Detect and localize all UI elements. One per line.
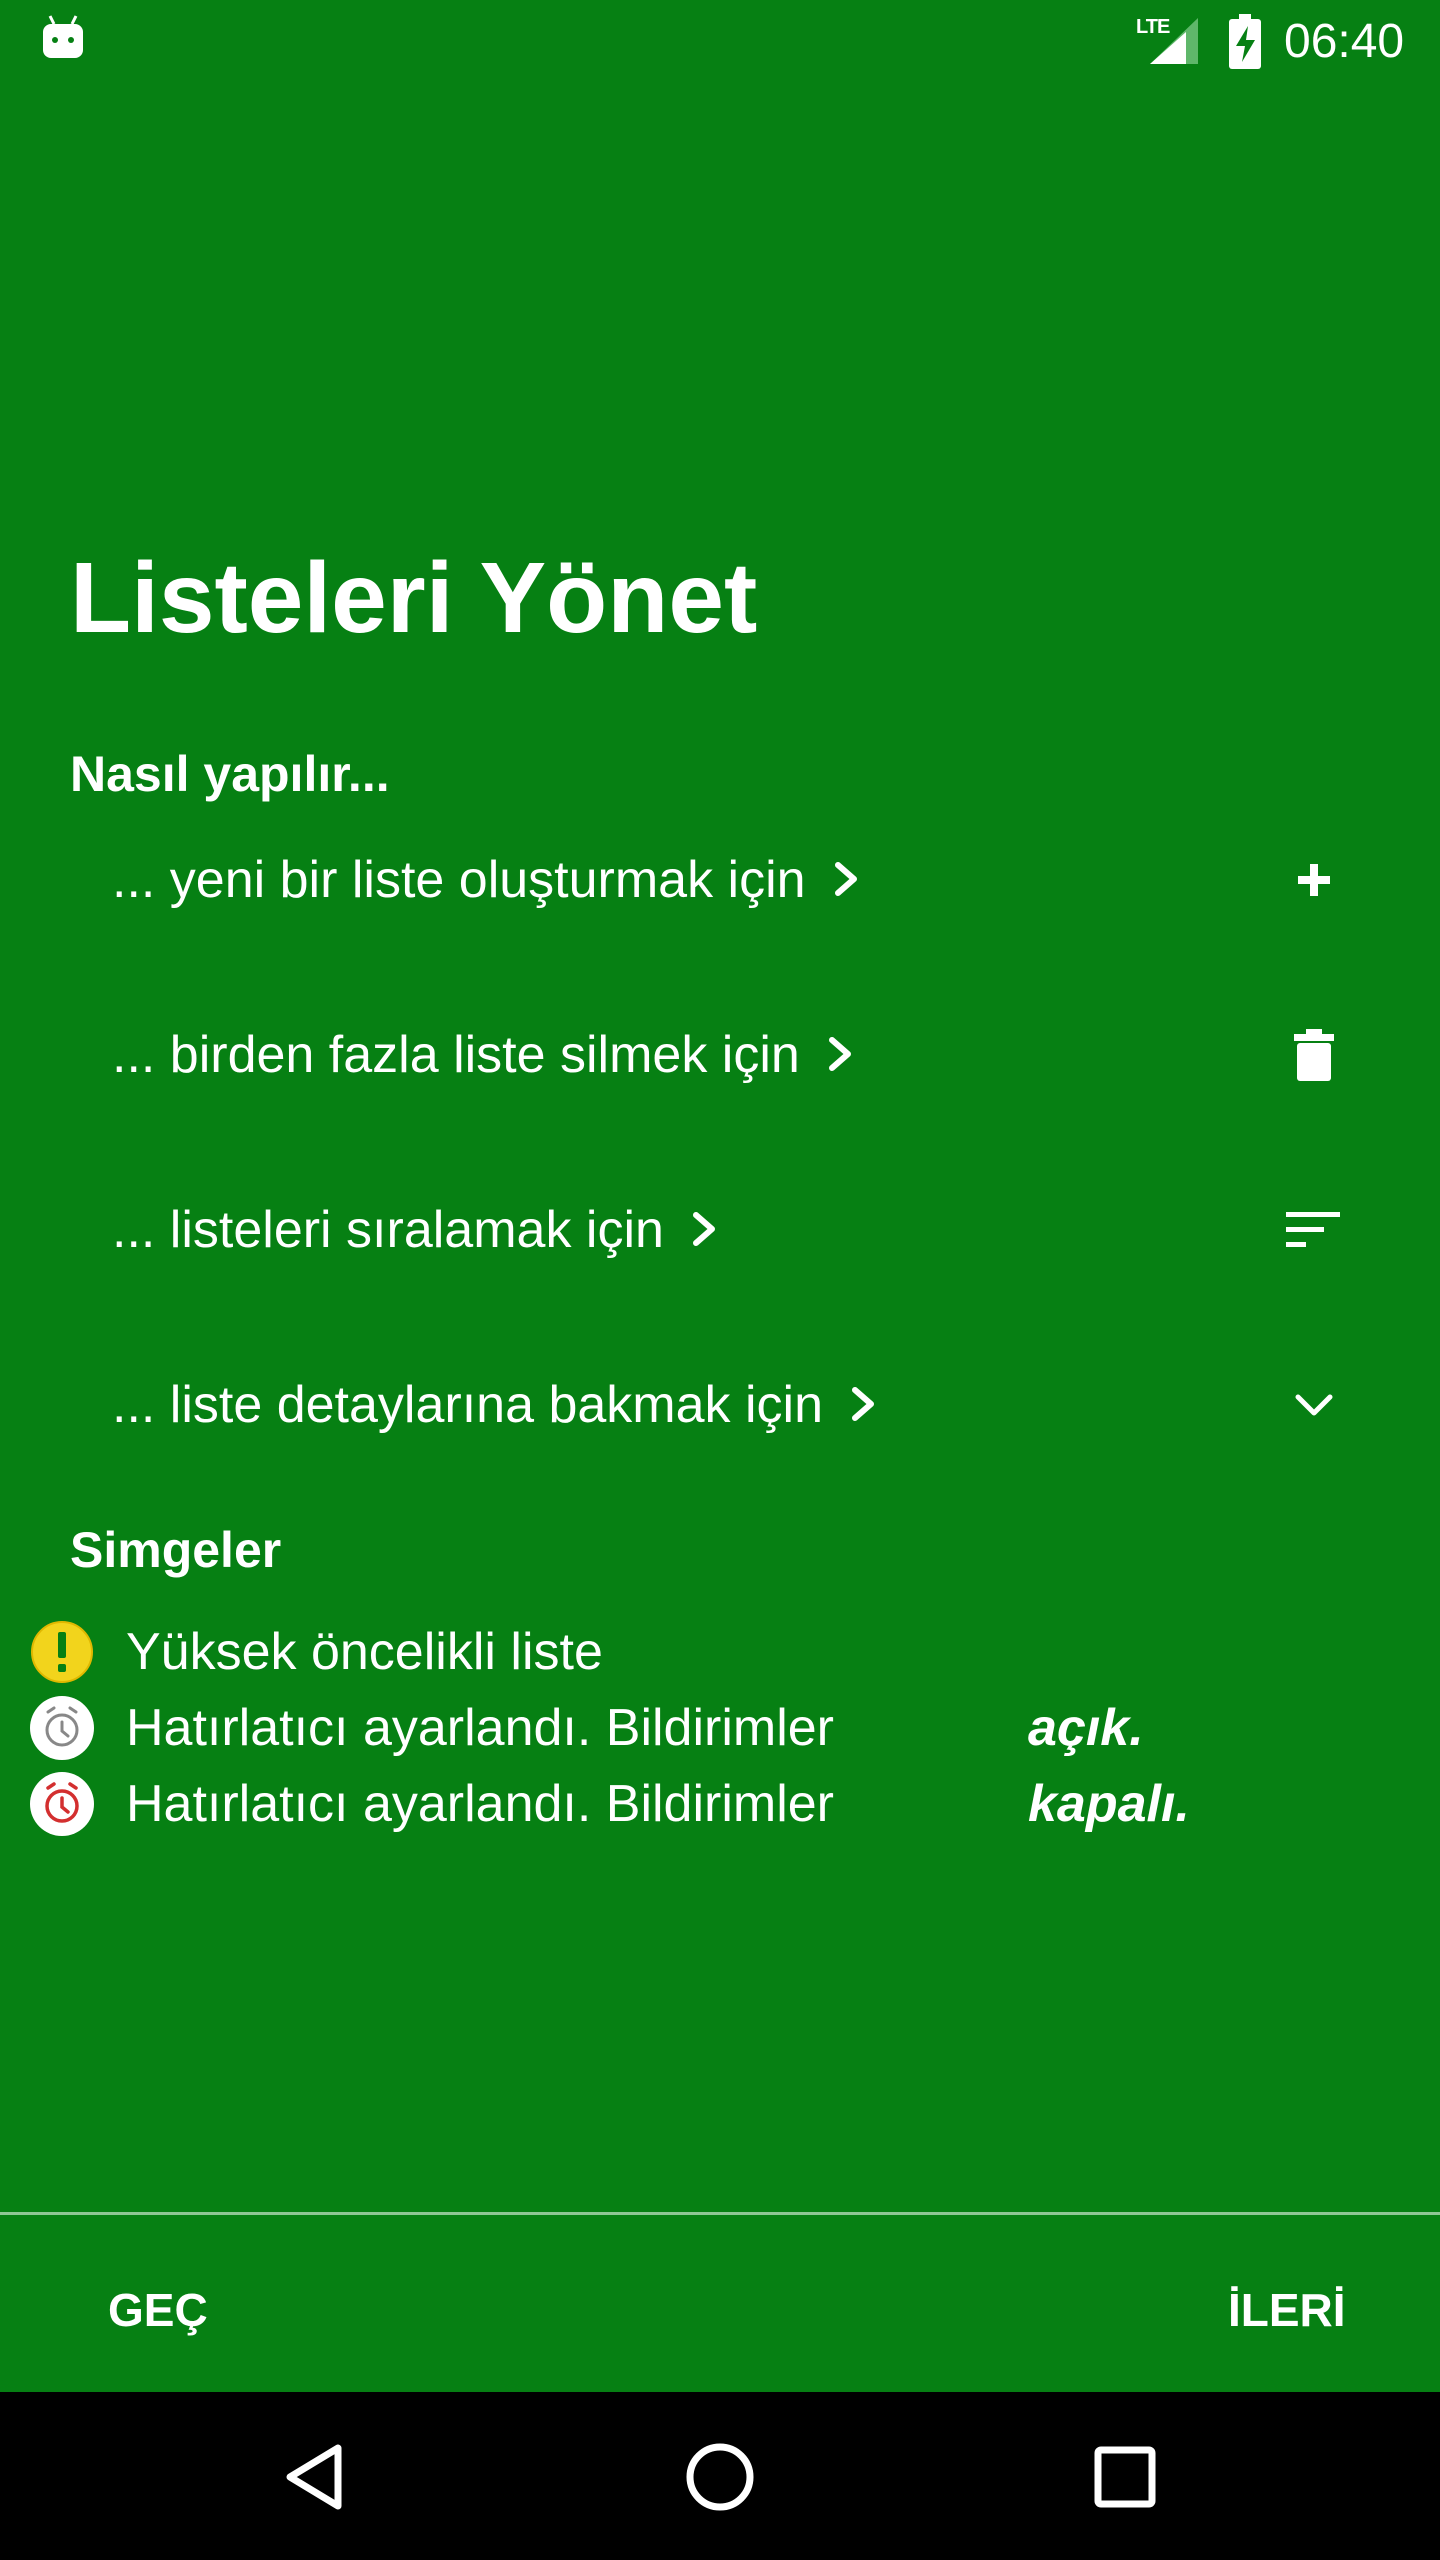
battery-charging-icon [1229,14,1261,69]
recents-square-icon[interactable] [1080,2432,1170,2522]
legend-item-reminder-on: Hatırlatıcı ayarlandı. Bildirimler açık. [0,1690,1440,1766]
alarm-gray-icon [30,1696,94,1760]
chevron-right-icon [834,862,857,896]
status-bar: LTE 06:40 [0,0,1440,84]
howto-item-label: ... liste detaylarına bakmak için [112,1376,823,1434]
chevron-right-icon [828,1037,851,1071]
page-title: Listeleri Yönet [70,542,758,654]
howto-heading: Nasıl yapılır... [70,746,390,802]
legend-item-state: açık. [1028,1699,1144,1757]
back-triangle-icon[interactable] [270,2432,360,2522]
legend-item-text: Yüksek öncelikli liste [126,1623,603,1681]
howto-item-label: ... listeleri sıralamak için [112,1201,664,1259]
howto-item-create-list[interactable]: ... yeni bir liste oluşturmak için [0,820,1440,940]
alarm-red-icon [30,1772,94,1836]
lte-signal-icon [1150,18,1198,64]
chevron-right-icon [852,1387,874,1421]
legend-item-reminder-off: Hatırlatıcı ayarlandı. Bildirimler kapal… [0,1766,1440,1842]
next-button[interactable]: İLERİ [1218,2270,1356,2350]
trash-icon [1294,1029,1334,1081]
android-debug-icon [43,15,83,58]
chevron-right-icon [692,1212,715,1246]
sort-icon [1286,1212,1340,1247]
footer-divider [0,2212,1440,2215]
howto-item-sort-lists[interactable]: ... listeleri sıralamak için [0,1170,1440,1290]
howto-item-label: ... yeni bir liste oluşturmak için [112,851,806,909]
legend-item-state: kapalı. [1028,1775,1190,1833]
system-nav-bar [0,2392,1440,2560]
plus-icon [1298,864,1330,896]
legend-item-high-priority: Yüksek öncelikli liste [0,1614,1440,1690]
skip-button[interactable]: GEÇ [98,2270,218,2350]
legend-item-text: Hatırlatıcı ayarlandı. Bildirimler [126,1775,834,1833]
status-clock: 06:40 [1284,15,1405,68]
legend-item-text: Hatırlatıcı ayarlandı. Bildirimler [126,1699,834,1757]
howto-item-delete-lists[interactable]: ... birden fazla liste silmek için [0,995,1440,1115]
icons-heading: Simgeler [70,1522,282,1578]
howto-item-label: ... birden fazla liste silmek için [112,1026,800,1084]
howto-item-list-details[interactable]: ... liste detaylarına bakmak için [0,1345,1440,1465]
priority-exclamation-icon [31,1621,93,1683]
chevron-down-icon [1295,1394,1333,1416]
home-circle-icon[interactable] [675,2432,765,2522]
